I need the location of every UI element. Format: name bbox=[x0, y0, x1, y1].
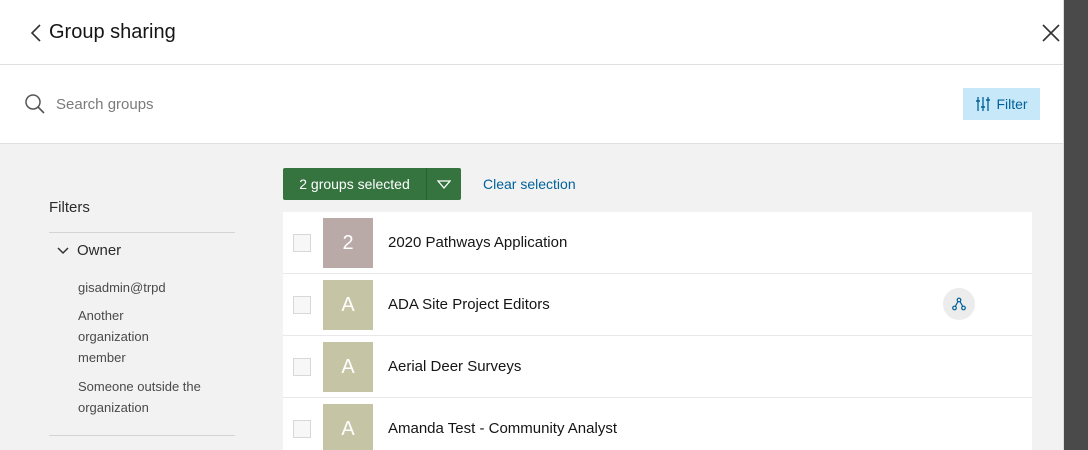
group-list: 2 2020 Pathways Application A ADA Site P… bbox=[283, 212, 1032, 450]
group-thumbnail: A bbox=[323, 342, 373, 392]
sliders-icon bbox=[976, 97, 991, 111]
group-name: Amanda Test - Community Analyst bbox=[388, 420, 617, 437]
list-item[interactable]: A Amanda Test - Community Analyst bbox=[283, 398, 1032, 450]
chevron-down-icon bbox=[57, 246, 69, 254]
group-thumbnail: A bbox=[323, 404, 373, 450]
owner-section-toggle[interactable]: Owner bbox=[57, 242, 121, 259]
shared-update-group-badge bbox=[943, 288, 975, 320]
list-item[interactable]: A Aerial Deer Surveys bbox=[283, 336, 1032, 398]
clear-selection-link[interactable]: Clear selection bbox=[483, 176, 576, 192]
group-checkbox[interactable] bbox=[293, 358, 311, 376]
chevron-left-icon bbox=[30, 24, 41, 42]
list-item[interactable]: 2 2020 Pathways Application bbox=[283, 212, 1032, 274]
divider bbox=[49, 435, 235, 436]
owner-option-org-member[interactable]: Another organization member bbox=[78, 305, 178, 368]
close-icon bbox=[1042, 24, 1060, 42]
close-button[interactable] bbox=[1040, 22, 1062, 44]
group-checkbox[interactable] bbox=[293, 420, 311, 438]
group-name: Aerial Deer Surveys bbox=[388, 358, 522, 375]
owner-option-gisadmin[interactable]: gisadmin@trpd bbox=[78, 277, 228, 298]
search-input[interactable] bbox=[56, 89, 656, 119]
caret-down-icon bbox=[437, 179, 451, 189]
selection-dropdown-button[interactable] bbox=[427, 168, 461, 200]
search-icon bbox=[25, 94, 45, 114]
owner-option-outside-org[interactable]: Someone outside the organization bbox=[78, 376, 208, 418]
group-thumbnail: 2 bbox=[323, 218, 373, 268]
filter-button-label: Filter bbox=[996, 96, 1028, 112]
page-title: Group sharing bbox=[49, 21, 176, 43]
group-name: 2020 Pathways Application bbox=[388, 234, 568, 251]
group-checkbox[interactable] bbox=[293, 234, 311, 252]
group-checkbox[interactable] bbox=[293, 296, 311, 314]
filters-heading: Filters bbox=[49, 199, 90, 216]
filter-button[interactable]: Filter bbox=[963, 88, 1040, 120]
group-name: ADA Site Project Editors bbox=[388, 296, 550, 313]
divider bbox=[49, 232, 235, 233]
dialog-header: Group sharing bbox=[0, 0, 1063, 65]
group-thumbnail: A bbox=[323, 280, 373, 330]
group-sharing-dialog: Group sharing Filter Filters Owne bbox=[0, 0, 1064, 450]
list-item[interactable]: A ADA Site Project Editors bbox=[283, 274, 1032, 336]
search-bar: Filter bbox=[0, 65, 1063, 144]
shared-update-icon bbox=[952, 297, 966, 311]
selection-split-button: 2 groups selected bbox=[283, 168, 461, 200]
owner-section-label: Owner bbox=[77, 242, 122, 259]
back-button[interactable] bbox=[28, 22, 44, 44]
groups-selected-button[interactable]: 2 groups selected bbox=[283, 168, 426, 200]
